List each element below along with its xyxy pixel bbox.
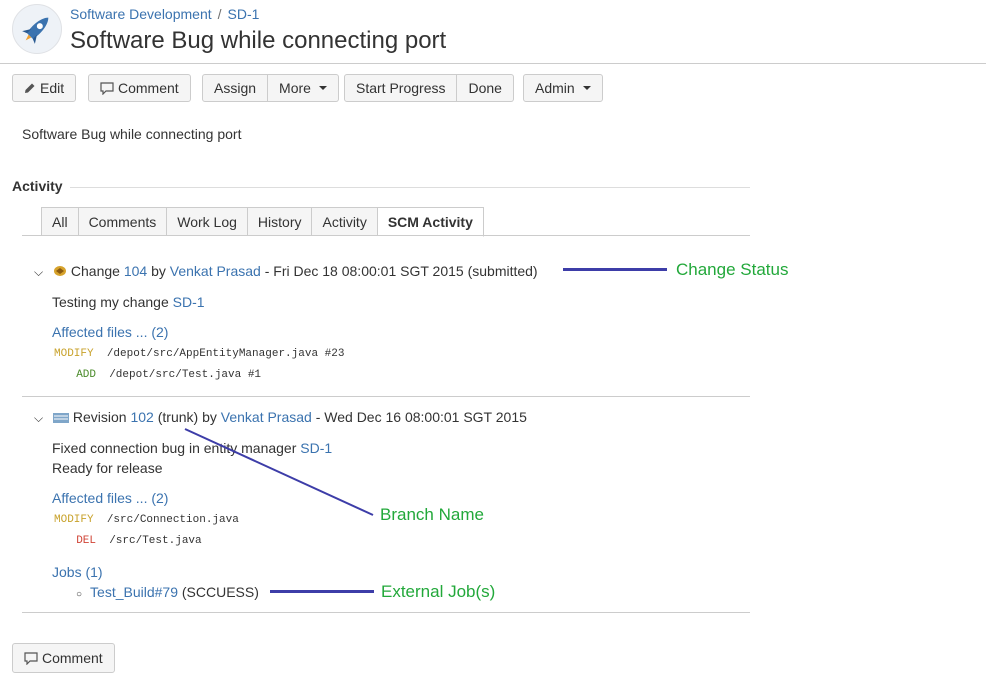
annotation-branch-name: Branch Name: [380, 505, 484, 524]
footer-comment-label: Comment: [42, 650, 103, 666]
comment-icon: [24, 651, 38, 665]
annotation-external-jobs: External Job(s): [381, 582, 496, 601]
footer-comment-button[interactable]: Comment: [12, 643, 115, 673]
annotation-line: [270, 590, 374, 593]
annotation-pointer: [184, 428, 374, 516]
